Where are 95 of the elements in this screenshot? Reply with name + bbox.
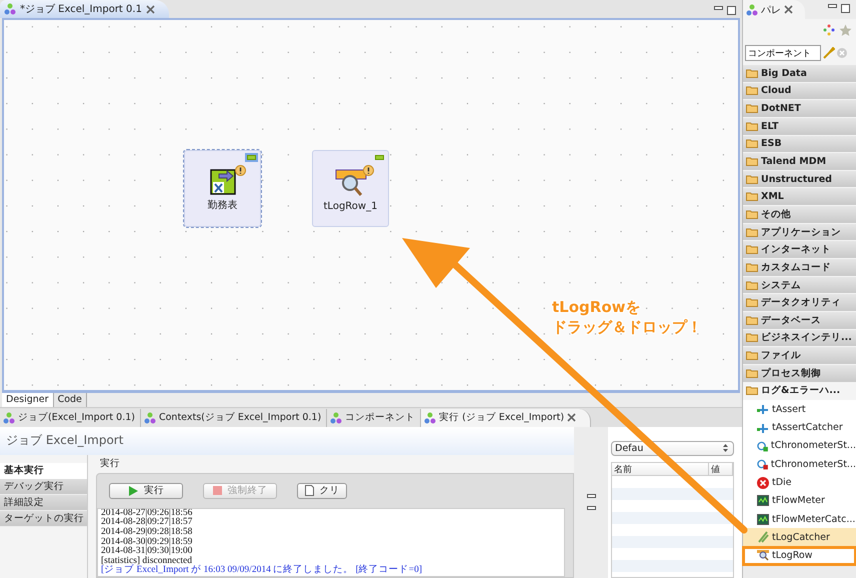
view-tab[interactable]: ジョブ(Excel_Import 0.1) (0, 408, 141, 427)
log-line: 2014-08-28|09:27|18:57 (101, 518, 194, 528)
error-icon (757, 476, 769, 488)
log-line: 2014-08-30|09:29|18:59 (101, 538, 194, 547)
side-tab[interactable]: 詳細設定 (0, 494, 87, 511)
stopwatch-icon (757, 440, 768, 452)
palette-folder[interactable]: その他 (743, 206, 856, 224)
folder-icon (746, 368, 758, 378)
close-icon[interactable] (784, 5, 793, 14)
node-label: tLogRow_1 (324, 201, 378, 212)
folder-icon (746, 210, 758, 219)
log-line: [statistics] disconnected (101, 556, 192, 566)
context-select[interactable]: Defau (611, 440, 734, 456)
meter-icon (757, 495, 769, 506)
palette-folder[interactable]: Cloud (743, 82, 856, 100)
folder-icon (746, 192, 758, 202)
section-label: 実行 (99, 456, 121, 471)
maximize-icon[interactable] (841, 4, 850, 12)
excel-input-icon (208, 168, 236, 196)
palette-folder[interactable]: カスタムコード (743, 259, 856, 277)
close-icon[interactable] (567, 413, 576, 422)
palette-folder[interactable]: ビジネスインテリ... (743, 330, 856, 348)
stopwatch-icon (757, 458, 768, 470)
view-tab[interactable]: Contexts(ジョブ Excel_Import 0.1) (140, 408, 328, 427)
folder-icon (746, 316, 758, 325)
annotation-text: tLogRowを ドラッグ＆ドロップ！ (552, 297, 702, 337)
panel-title: ジョブ Excel_Import (0, 426, 574, 455)
document-icon (304, 485, 314, 496)
minimize-icon[interactable] (714, 6, 723, 10)
folder-icon (746, 386, 758, 396)
palette-folder[interactable]: Talend MDM (743, 153, 856, 171)
status-indicator (375, 155, 384, 160)
palette-folder[interactable]: ELT (743, 118, 856, 136)
side-tab[interactable]: ターゲットの実行 (0, 510, 87, 527)
folder-icon (746, 139, 758, 148)
palette-folder[interactable]: Big Data (743, 65, 856, 83)
editor-tab[interactable]: *ジョブ Excel_Import 0.1 (0, 0, 169, 18)
magnifier-icon (334, 169, 366, 199)
palette-folder[interactable]: Unstructured (743, 170, 856, 188)
view-tab[interactable]: コンポーネント (327, 408, 422, 427)
close-icon[interactable] (146, 4, 155, 14)
run-button[interactable]: 実行 (109, 482, 183, 499)
component-node[interactable]: tLogRow_1 (312, 150, 389, 227)
stop-icon (212, 486, 222, 496)
side-tab[interactable]: デバッグ実行 (0, 478, 87, 495)
star-icon[interactable] (839, 24, 852, 36)
palette-folder[interactable]: XML (743, 188, 856, 206)
folder-icon (746, 298, 758, 308)
palette-tab[interactable]: パレ (743, 0, 805, 19)
folder-icon (746, 122, 758, 131)
palette-folder[interactable]: インターネット (743, 241, 856, 260)
log-line: [ジョブ Excel_Import が 16:03 09/09/2014 に終了しました。 [終了コード=0] (101, 566, 423, 576)
folder-icon (746, 228, 758, 237)
side-tab[interactable]: 基本実行 (0, 462, 87, 479)
folder-icon (746, 104, 758, 114)
magnifier-icon (757, 550, 769, 562)
editor-view-tab[interactable]: Code (54, 392, 87, 407)
updown-icon (723, 444, 728, 452)
folder-icon (746, 157, 758, 166)
minimize-icon[interactable] (586, 506, 596, 510)
minimize-icon[interactable] (828, 4, 837, 8)
clear-button[interactable]: クリ (297, 482, 347, 499)
meter-icon (757, 514, 769, 525)
palette-component[interactable]: tLogCatcher (743, 528, 856, 547)
warning-icon (235, 165, 246, 176)
node-label: 勤務表 (208, 198, 238, 212)
folder-icon (746, 86, 758, 96)
folder-icon (746, 351, 758, 360)
palette-folder[interactable]: DotNET (743, 100, 856, 118)
log-line: 2014-08-29|09:28|18:58 (101, 528, 194, 538)
folder-icon (746, 174, 758, 184)
search-field[interactable]: コンポーネント (745, 45, 821, 61)
palette-folder[interactable]: アプリケーション (743, 224, 856, 242)
palette-folder[interactable]: ログ&エラーハ... (743, 382, 856, 400)
folder-icon (746, 68, 758, 78)
status-indicator (247, 155, 256, 160)
play-icon (128, 486, 138, 496)
component-node[interactable]: 勤務表 (184, 150, 261, 227)
restore-icon[interactable] (586, 494, 596, 498)
palette-folder[interactable]: ファイル (743, 347, 856, 365)
view-tab[interactable]: 実行 (ジョブ Excel_Import) (421, 408, 592, 427)
log-line: 2014-08-31|09:30|19:00 (101, 547, 194, 556)
palette-folder[interactable]: プロセス制御 (743, 364, 856, 383)
palette-folder[interactable]: ESB (743, 136, 856, 154)
palette-folder[interactable]: データクオリティ (743, 294, 856, 312)
folder-icon (746, 280, 758, 290)
maximize-icon[interactable] (727, 6, 736, 15)
warning-icon (363, 165, 374, 176)
palette-folder[interactable]: データベース (743, 312, 856, 330)
folder-icon (746, 245, 758, 254)
editor-view-tab[interactable]: Designer (2, 392, 54, 407)
folder-icon (746, 262, 758, 272)
palette-component[interactable]: tLogRow (743, 546, 856, 565)
folder-icon (746, 333, 758, 342)
palette-folder[interactable]: システム (743, 276, 856, 294)
